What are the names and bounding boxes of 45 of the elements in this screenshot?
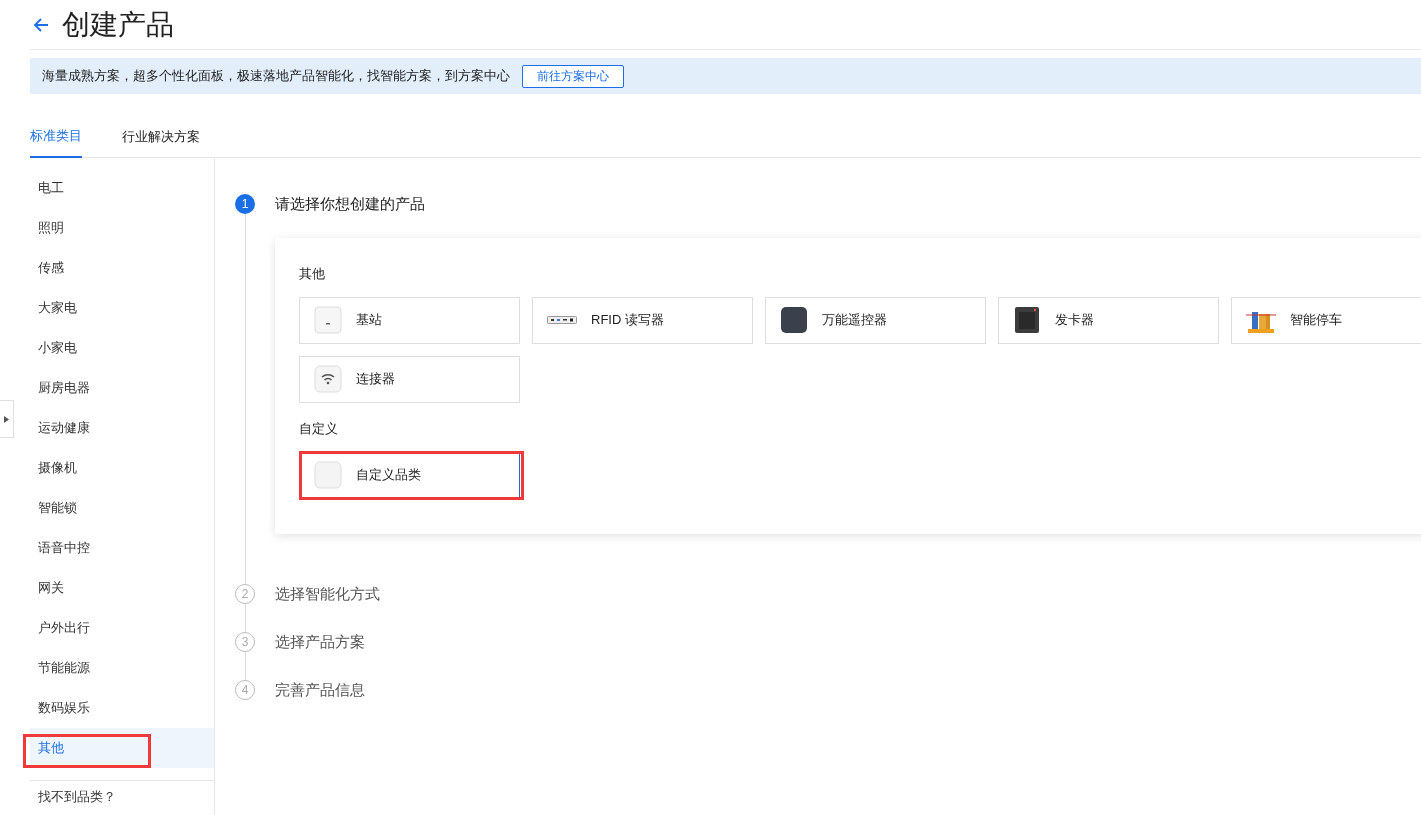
sidebar-item[interactable]: 数码娱乐: [30, 688, 214, 728]
sidebar-item[interactable]: 电工: [30, 168, 214, 208]
sidebar-item[interactable]: 小家电: [30, 328, 214, 368]
step-label: 选择智能化方式: [275, 584, 380, 604]
step-label: 选择产品方案: [275, 632, 365, 652]
expand-handle[interactable]: [0, 400, 14, 438]
product-card[interactable]: 连接器: [299, 355, 520, 403]
sidebar-item[interactable]: 语音中控: [30, 528, 214, 568]
group-title: 自定义: [299, 419, 339, 438]
sidebar-item[interactable]: 大家电: [30, 288, 214, 328]
step-number: 3: [235, 632, 255, 652]
product-card[interactable]: 万能遥控器: [765, 296, 986, 344]
sidebar-item[interactable]: 传感: [30, 248, 214, 288]
base-station-icon: [314, 306, 342, 334]
product-card[interactable]: 发卡器: [998, 296, 1219, 344]
caret-right-icon: [4, 415, 9, 423]
back-arrow-icon[interactable]: [32, 15, 50, 34]
step-number: 4: [235, 680, 255, 700]
card-reader-icon: [1013, 306, 1041, 334]
help-link[interactable]: 找不到品类？: [38, 789, 116, 805]
reader-device-icon: [547, 316, 577, 324]
sidebar-item[interactable]: 智能锁: [30, 488, 214, 528]
wifi-icon: [314, 365, 342, 393]
sidebar-item[interactable]: 运动健康: [30, 408, 214, 448]
dark-device-icon: [780, 306, 808, 334]
step-label: 完善产品信息: [275, 680, 365, 700]
sidebar-item[interactable]: 照明: [30, 208, 214, 248]
tab[interactable]: 标准类目: [30, 116, 82, 158]
sidebar-item[interactable]: 户外出行: [30, 608, 214, 648]
blank-tile-icon: [314, 460, 342, 489]
sidebar-item[interactable]: 节能能源: [30, 648, 214, 688]
sidebar-item[interactable]: 厨房电器: [30, 368, 214, 408]
sidebar-item[interactable]: 网关: [30, 568, 214, 608]
product-card[interactable]: 基站: [299, 296, 520, 344]
product-card[interactable]: 智能停车: [1231, 296, 1421, 344]
step-number: 2: [235, 584, 255, 604]
sidebar-item[interactable]: 摄像机: [30, 448, 214, 488]
group-title: 其他: [299, 265, 326, 283]
solution-center-button[interactable]: 前往方案中心: [522, 64, 624, 88]
step-number: 1: [235, 194, 255, 214]
step-label: 请选择你想创建的产品: [275, 194, 426, 214]
tab[interactable]: 行业解决方案: [122, 116, 200, 158]
page-title: 创建产品: [62, 10, 174, 39]
banner-text: 海量成熟方案，超多个性化面板，极速落地产品智能化，找智能方案，到方案中心: [42, 67, 510, 86]
product-card[interactable]: RFID 读写器: [532, 296, 753, 344]
